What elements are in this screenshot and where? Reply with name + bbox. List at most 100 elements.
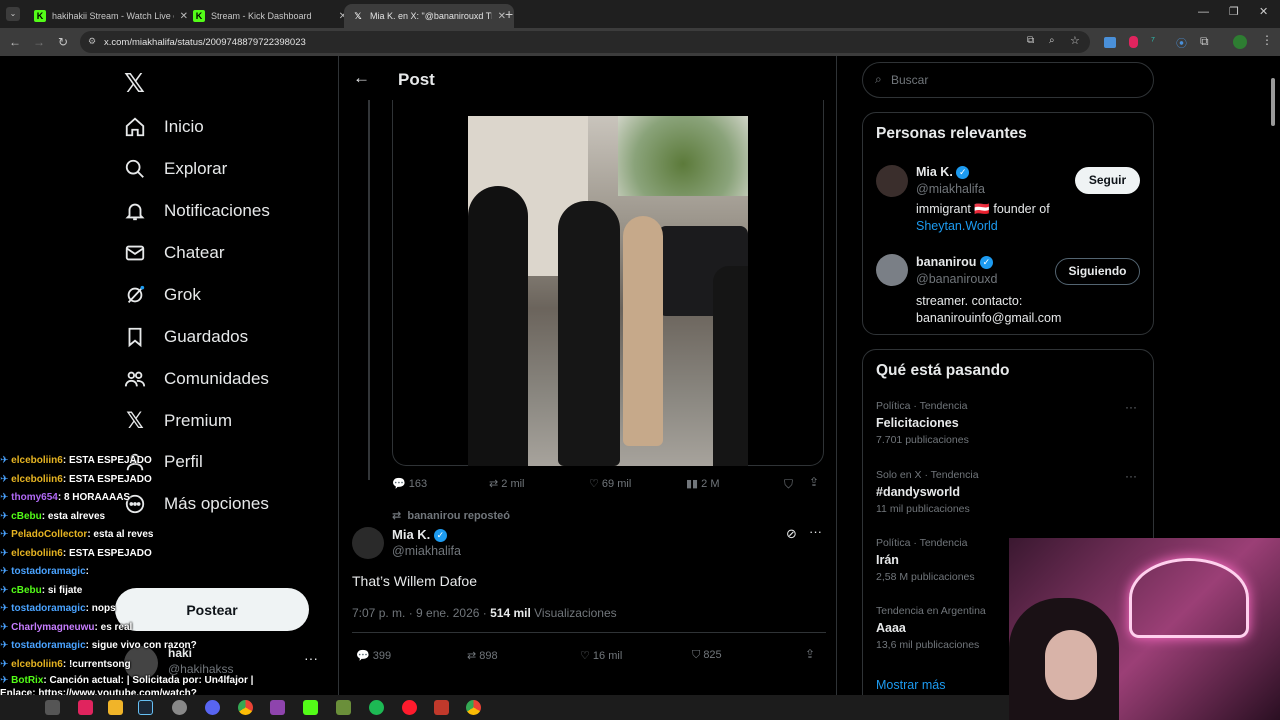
post-views-count: 514 mil: [490, 606, 531, 620]
chat-text: ESTA ESPEJADO: [68, 547, 152, 559]
zoom-icon[interactable]: ⌕: [1049, 35, 1055, 46]
nav-item-chatear[interactable]: Chatear: [124, 238, 224, 268]
person-name[interactable]: bananirou ✓: [916, 255, 993, 270]
trend-item[interactable]: Política · Tendencia Felicitaciones 7.70…: [876, 400, 1142, 458]
opera-icon[interactable]: [402, 700, 417, 715]
tab-search-button[interactable]: ⌄: [6, 7, 20, 21]
nav-item-explorar[interactable]: Explorar: [124, 154, 227, 184]
chat-username[interactable]: PeladoCollector: [11, 529, 87, 540]
home-icon: [125, 117, 145, 137]
browser-menu-icon[interactable]: ⋮: [1261, 33, 1273, 47]
app-icon[interactable]: [78, 700, 93, 715]
avatar[interactable]: [876, 165, 908, 197]
nav-item-notificaciones[interactable]: Notificaciones: [124, 196, 270, 226]
kick-icon[interactable]: [303, 700, 318, 715]
grok-icon[interactable]: ⊘: [786, 526, 797, 542]
browser-toolbar: ← → ↻ ⚙ x.com/miakhalifa/status/20097488…: [0, 28, 1280, 56]
more-icon[interactable]: ···: [809, 524, 822, 539]
more-icon[interactable]: ···: [1125, 400, 1137, 414]
profile-avatar[interactable]: [1233, 35, 1247, 49]
address-bar[interactable]: ⚙ x.com/miakhalifa/status/20097488797223…: [80, 31, 1090, 53]
app-icon[interactable]: [434, 700, 449, 715]
trend-item[interactable]: Solo en X · Tendencia #dandysworld 11 mi…: [876, 469, 1142, 527]
chat-username[interactable]: tostadoramagic: [11, 566, 85, 577]
chrome-icon[interactable]: [466, 700, 481, 715]
folder-icon[interactable]: [108, 700, 123, 715]
bio-link[interactable]: Sheytan.World: [916, 219, 998, 233]
chat-username[interactable]: elceboliin6: [11, 659, 63, 670]
extension-icon[interactable]: [1129, 36, 1138, 48]
browser-tab-2[interactable]: 𝕏 Mia K. en X: "@bananirouxd Th ✕: [344, 4, 514, 28]
scrollbar-thumb[interactable]: [1271, 78, 1275, 126]
star-icon[interactable]: ☆: [1070, 34, 1080, 47]
site-info-icon[interactable]: ⚙: [88, 36, 96, 47]
nav-item-grok[interactable]: Grok: [124, 280, 201, 310]
spotify-icon[interactable]: [369, 700, 384, 715]
bookmark-button[interactable]: ⛉ 825: [692, 649, 722, 662]
person-handle[interactable]: @miakhalifa: [916, 182, 985, 196]
author-handle[interactable]: @miakhalifa: [392, 544, 461, 558]
reply-button[interactable]: 💬 399: [356, 649, 391, 662]
new-tab-icon[interactable]: +: [505, 6, 513, 22]
extension-icon[interactable]: ⁷: [1151, 35, 1155, 47]
person-name[interactable]: Mia K. ✓: [916, 165, 970, 180]
post-timestamp[interactable]: 7:07 p. m. · 9 ene. 2026 ·: [352, 606, 487, 620]
chat-username[interactable]: elceboliin6: [11, 474, 63, 485]
back-arrow-icon[interactable]: ←: [353, 68, 370, 88]
chrome-icon[interactable]: [238, 700, 253, 715]
chat-username[interactable]: Charlymagneuwu: [11, 622, 94, 633]
nav-item-guardados[interactable]: Guardados: [124, 322, 248, 352]
nav-item-comunidades[interactable]: Comunidades: [124, 364, 269, 394]
discord-icon[interactable]: [205, 700, 220, 715]
install-icon[interactable]: ⧉: [1027, 35, 1034, 46]
app-icon[interactable]: [172, 700, 187, 715]
close-window-icon[interactable]: ✕: [1259, 5, 1268, 18]
follow-button[interactable]: Seguir: [1075, 167, 1140, 194]
minecraft-icon[interactable]: [336, 700, 351, 715]
extension-icon[interactable]: [1104, 37, 1116, 48]
post-image[interactable]: [468, 116, 748, 466]
chat-text: si fijate: [47, 584, 83, 596]
quoted-reply-stat[interactable]: 💬 163: [392, 477, 427, 490]
quoted-repost-stat[interactable]: ⇄ 2 mil: [489, 477, 525, 490]
browser-tab-1[interactable]: K Stream - Kick Dashboard ✕: [185, 4, 355, 28]
forward-icon[interactable]: →: [31, 34, 47, 50]
reload-icon[interactable]: ↻: [55, 34, 71, 50]
person-handle[interactable]: @bananirouxd: [916, 272, 998, 286]
start-icon[interactable]: [45, 700, 60, 715]
repost-button[interactable]: ⇄ 898: [467, 649, 498, 662]
bookmark-icon[interactable]: ⛉: [784, 477, 793, 492]
chat-username[interactable]: cBebu: [11, 585, 42, 596]
app-icon[interactable]: [270, 700, 285, 715]
more-icon[interactable]: ···: [1125, 469, 1137, 483]
chat-username[interactable]: tostadoramagic: [11, 603, 85, 614]
restore-icon[interactable]: ❐: [1229, 5, 1239, 18]
avatar[interactable]: [876, 254, 908, 286]
back-icon[interactable]: ←: [7, 34, 23, 50]
chat-username[interactable]: elceboliin6: [11, 455, 63, 466]
share-icon[interactable]: ⇪: [805, 647, 815, 661]
like-button[interactable]: ♡ 16 mil: [580, 649, 622, 662]
steam-icon[interactable]: [138, 700, 153, 715]
quoted-views-stat[interactable]: ▮▮ 2 M: [686, 477, 720, 490]
chat-username[interactable]: cBebu: [11, 511, 42, 522]
share-icon[interactable]: ⇪: [809, 475, 819, 489]
extension-icon[interactable]: ⦿: [1176, 35, 1187, 51]
show-more-link[interactable]: Mostrar más: [876, 678, 945, 692]
avatar[interactable]: [352, 527, 384, 559]
quoted-like-stat[interactable]: ♡ 69 mil: [589, 477, 631, 490]
extensions-puzzle-icon[interactable]: ⧉: [1200, 34, 1209, 49]
following-button[interactable]: Siguiendo: [1055, 258, 1140, 285]
nav-item-premium[interactable]: 𝕏 Premium: [124, 406, 232, 436]
x-logo-icon[interactable]: 𝕏: [124, 68, 145, 99]
nav-item-inicio[interactable]: Inicio: [124, 112, 204, 142]
post-meta: 7:07 p. m. · 9 ene. 2026 · 514 mil Visua…: [352, 606, 617, 620]
browser-tab-0[interactable]: K hakihakii Stream - Watch Live o ✕: [26, 4, 196, 28]
search-input[interactable]: ⌕ Buscar: [862, 62, 1154, 98]
chat-username[interactable]: tostadoramagic: [11, 640, 85, 651]
chat-username[interactable]: BotRix: [11, 675, 43, 686]
chat-username[interactable]: thomy654: [11, 492, 58, 503]
chat-username[interactable]: elceboliin6: [11, 548, 63, 559]
minimize-icon[interactable]: —: [1198, 6, 1209, 18]
author-name[interactable]: Mia K. ✓: [392, 527, 447, 543]
